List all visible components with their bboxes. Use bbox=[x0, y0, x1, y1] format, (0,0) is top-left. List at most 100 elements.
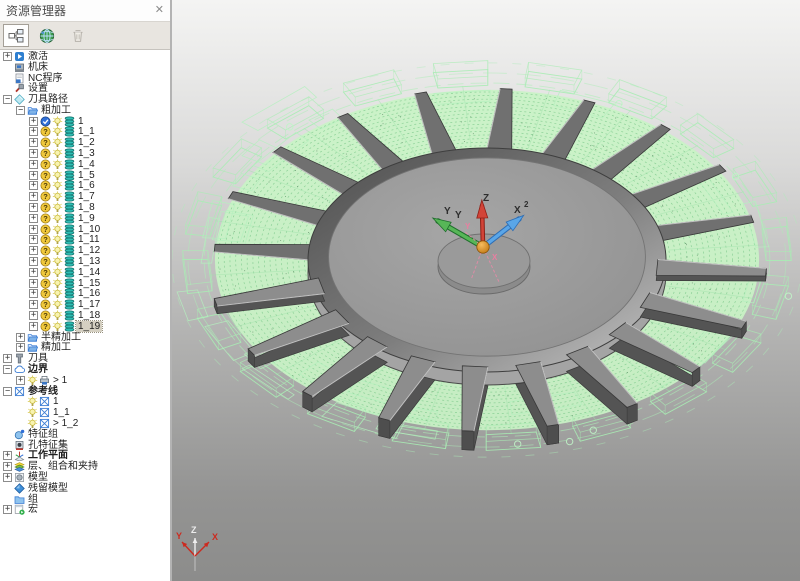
tree-item-36[interactable]: 孔特征集 bbox=[0, 440, 170, 451]
bulb-icon bbox=[52, 137, 63, 148]
svg-text:?: ? bbox=[43, 138, 48, 147]
viewport-3d[interactable]: YYZX2YXYZX bbox=[172, 0, 800, 581]
tree-item-1[interactable]: 机床 bbox=[0, 62, 170, 73]
tree-item-37[interactable]: +工作平面 bbox=[0, 450, 170, 461]
expand-icon[interactable]: + bbox=[29, 257, 38, 266]
web-button[interactable] bbox=[34, 24, 60, 47]
expand-icon[interactable]: + bbox=[3, 354, 12, 363]
tree: +激活机床NC程序设置−刀具路径−粗加工+1+?1_1+?1_2+?1_3+?1… bbox=[0, 51, 170, 581]
tree-item-9[interactable]: +?1_3 bbox=[0, 148, 170, 159]
expand-icon[interactable]: + bbox=[29, 117, 38, 126]
expand-icon[interactable]: + bbox=[3, 52, 12, 61]
tree-item-25[interactable]: +?1_19 bbox=[0, 321, 170, 332]
tree-item-41[interactable]: 组 bbox=[0, 494, 170, 505]
tree-item-13[interactable]: +?1_7 bbox=[0, 191, 170, 202]
tree-item-30[interactable]: +> 1 bbox=[0, 375, 170, 386]
expand-icon[interactable]: + bbox=[29, 171, 38, 180]
tree-item-19[interactable]: +?1_13 bbox=[0, 256, 170, 267]
tree-item-38[interactable]: +层、组合和夹持 bbox=[0, 461, 170, 472]
tree-item-8[interactable]: +?1_2 bbox=[0, 137, 170, 148]
expand-icon[interactable]: + bbox=[3, 473, 12, 482]
tree-item-18[interactable]: +?1_12 bbox=[0, 245, 170, 256]
question-circle-icon: ? bbox=[40, 245, 51, 256]
tree-item-label: 特征组 bbox=[26, 429, 60, 440]
tree-item-22[interactable]: +?1_16 bbox=[0, 289, 170, 300]
collapse-icon[interactable]: − bbox=[3, 365, 12, 374]
delete-button[interactable] bbox=[65, 24, 91, 47]
svg-text:?: ? bbox=[43, 160, 48, 169]
tree-item-10[interactable]: +?1_4 bbox=[0, 159, 170, 170]
expand-icon[interactable]: + bbox=[3, 505, 12, 514]
tree-item-0[interactable]: +激活 bbox=[0, 51, 170, 62]
expand-icon[interactable]: + bbox=[29, 246, 38, 255]
tree-item-12[interactable]: +?1_6 bbox=[0, 181, 170, 192]
tree-item-40[interactable]: 残留模型 bbox=[0, 483, 170, 494]
tree-item-32[interactable]: 1 bbox=[0, 397, 170, 408]
tree-item-34[interactable]: > 1_2 bbox=[0, 418, 170, 429]
expand-icon[interactable]: + bbox=[3, 451, 12, 460]
collapse-icon[interactable]: − bbox=[16, 106, 25, 115]
tree-item-4[interactable]: −刀具路径 bbox=[0, 94, 170, 105]
layers-icon bbox=[64, 202, 75, 213]
expand-icon[interactable]: + bbox=[29, 149, 38, 158]
collapse-icon[interactable]: − bbox=[3, 95, 12, 104]
tree-item-31[interactable]: −参考线 bbox=[0, 386, 170, 397]
expand-icon[interactable]: + bbox=[29, 289, 38, 298]
feature-group-icon bbox=[14, 429, 25, 440]
question-circle-icon: ? bbox=[40, 299, 51, 310]
tree-item-6[interactable]: +1 bbox=[0, 116, 170, 127]
close-icon[interactable]: ✕ bbox=[155, 5, 164, 16]
explorer-view-button[interactable] bbox=[3, 24, 29, 47]
diamond-cyan-icon bbox=[14, 94, 25, 105]
expand-icon[interactable]: + bbox=[29, 268, 38, 277]
tree-item-5[interactable]: −粗加工 bbox=[0, 105, 170, 116]
expand-icon[interactable]: + bbox=[3, 462, 12, 471]
folder-open-icon bbox=[27, 332, 38, 343]
expand-icon[interactable]: + bbox=[29, 160, 38, 169]
tree-item-35[interactable]: 特征组 bbox=[0, 429, 170, 440]
expand-icon[interactable]: + bbox=[29, 300, 38, 309]
expand-icon[interactable]: + bbox=[29, 235, 38, 244]
tree-item-20[interactable]: +?1_14 bbox=[0, 267, 170, 278]
expand-icon[interactable]: + bbox=[29, 203, 38, 212]
expand-icon[interactable]: + bbox=[16, 376, 25, 385]
expand-icon[interactable]: + bbox=[29, 192, 38, 201]
tree-item-39[interactable]: +模型 bbox=[0, 472, 170, 483]
expand-icon[interactable]: + bbox=[29, 214, 38, 223]
tree-item-7[interactable]: +?1_1 bbox=[0, 127, 170, 138]
tree-item-2[interactable]: NC程序 bbox=[0, 73, 170, 84]
expand-icon[interactable]: + bbox=[29, 279, 38, 288]
tree-item-17[interactable]: +?1_11 bbox=[0, 235, 170, 246]
tree-item-23[interactable]: +? 1_17 bbox=[0, 299, 170, 310]
tree-item-24[interactable]: +?1_18 bbox=[0, 310, 170, 321]
expand-icon[interactable]: + bbox=[29, 181, 38, 190]
tree-item-label: 1_11 bbox=[76, 234, 102, 245]
expand-icon[interactable]: + bbox=[16, 333, 25, 342]
tree-item-42[interactable]: +宏 bbox=[0, 504, 170, 515]
expand-icon[interactable]: + bbox=[29, 225, 38, 234]
tree-item-11[interactable]: +?1_5 bbox=[0, 170, 170, 181]
tree-item-label: 1_17 bbox=[76, 299, 102, 310]
tree-item-15[interactable]: +?1_9 bbox=[0, 213, 170, 224]
tree-item-label: 1_5 bbox=[76, 170, 97, 181]
layers-icon bbox=[64, 180, 75, 191]
tree-item-label: 刀具 bbox=[26, 353, 50, 364]
expand-icon[interactable]: + bbox=[29, 127, 38, 136]
tree-item-26[interactable]: +半精加工 bbox=[0, 332, 170, 343]
tree-item-3[interactable]: 设置 bbox=[0, 83, 170, 94]
tree-item-14[interactable]: +?1_8 bbox=[0, 202, 170, 213]
tree-item-21[interactable]: +?1_15 bbox=[0, 278, 170, 289]
svg-text:?: ? bbox=[43, 214, 48, 223]
viewport-canvas[interactable]: YYZX2YXYZX bbox=[172, 0, 800, 581]
expand-icon[interactable]: + bbox=[29, 322, 38, 331]
tree-item-33[interactable]: 1_1 bbox=[0, 407, 170, 418]
expand-icon[interactable]: + bbox=[29, 138, 38, 147]
expand-icon[interactable]: + bbox=[29, 311, 38, 320]
collapse-icon[interactable]: − bbox=[3, 387, 12, 396]
expand-icon[interactable]: + bbox=[16, 343, 25, 352]
tree-item-16[interactable]: +?1_10 bbox=[0, 224, 170, 235]
tree-item-29[interactable]: −边界 bbox=[0, 364, 170, 375]
tree-item-28[interactable]: + 刀具 bbox=[0, 353, 170, 364]
tree-item-27[interactable]: +精加工 bbox=[0, 343, 170, 354]
tree-item-label: 组 bbox=[26, 494, 40, 505]
